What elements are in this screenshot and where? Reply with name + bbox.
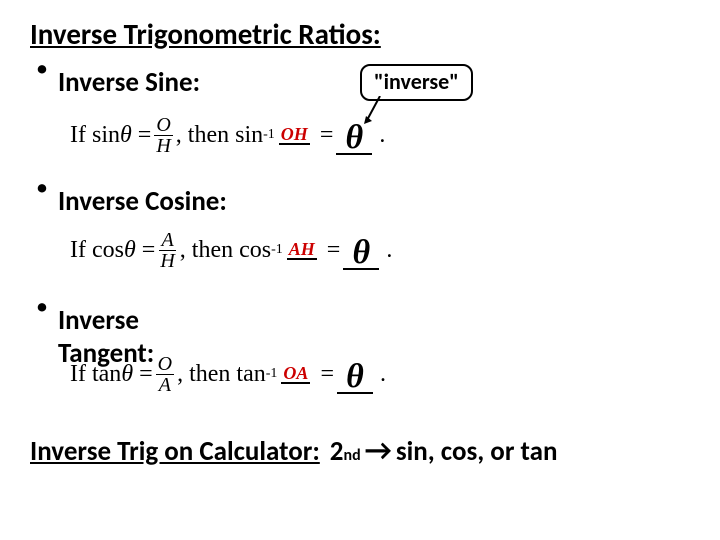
tan-if: If tan bbox=[70, 361, 121, 388]
tan-period: . bbox=[380, 361, 386, 388]
sine-frac-oh: O H bbox=[154, 115, 172, 156]
sine-then: , then sin bbox=[176, 122, 263, 149]
cos-if: If cos bbox=[70, 237, 124, 264]
callout-pointer-icon bbox=[364, 96, 386, 124]
cosine-formula: If cos θ = A H , then cos -1 AH = θ . bbox=[70, 222, 690, 278]
section-cosine-header: • Inverse Cosine: bbox=[30, 171, 690, 218]
cos-then: , then cos bbox=[180, 237, 271, 264]
calc-nd: nd bbox=[343, 446, 360, 465]
sine-if: If sin bbox=[70, 122, 120, 149]
cos-theta: θ bbox=[124, 237, 136, 264]
tan-then: , then tan bbox=[177, 361, 266, 388]
calc-funcs: sin, cos, or tan bbox=[396, 435, 558, 468]
arrow-icon: → bbox=[365, 432, 392, 469]
page-title: Inverse Trigonometric Ratios: bbox=[30, 16, 690, 52]
cos-period: . bbox=[386, 237, 392, 264]
tan-theta: θ bbox=[121, 361, 133, 388]
tangent-formula: If tan θ = O A , then tan -1 OA = θ . bbox=[70, 346, 690, 402]
cos-frac-ah: A H bbox=[158, 230, 176, 271]
bullet-icon: • bbox=[36, 171, 48, 205]
cosine-label: Inverse Cosine: bbox=[58, 185, 227, 218]
bullet-icon: • bbox=[36, 52, 48, 86]
sine-label: Inverse Sine: bbox=[58, 66, 200, 99]
sine-eq1: = bbox=[138, 122, 152, 149]
sine-eq2: = bbox=[320, 122, 334, 149]
sine-sup: -1 bbox=[263, 127, 275, 143]
calc-label: Inverse Trig on Calculator: bbox=[30, 435, 320, 468]
sine-theta: θ bbox=[120, 122, 132, 149]
sine-period: . bbox=[379, 122, 385, 149]
tan-eq2: = bbox=[320, 361, 334, 388]
tan-eq1: = bbox=[139, 361, 153, 388]
calc-second: 2 bbox=[330, 435, 344, 468]
tan-frac-oa: O A bbox=[156, 354, 174, 395]
cos-sup: -1 bbox=[271, 242, 283, 258]
cos-eq2: = bbox=[327, 237, 341, 264]
calculator-instruction: Inverse Trig on Calculator: 2nd → sin, c… bbox=[30, 432, 690, 469]
sine-red-frac: OH bbox=[279, 125, 310, 145]
cos-answer-blank: θ bbox=[343, 230, 379, 270]
tan-red-frac: OA bbox=[281, 364, 310, 384]
cos-red-frac: AH bbox=[287, 240, 317, 260]
tan-answer-blank: θ bbox=[337, 354, 373, 394]
cos-eq1: = bbox=[142, 237, 156, 264]
bullet-icon: • bbox=[36, 290, 48, 324]
tan-sup: -1 bbox=[266, 366, 278, 382]
